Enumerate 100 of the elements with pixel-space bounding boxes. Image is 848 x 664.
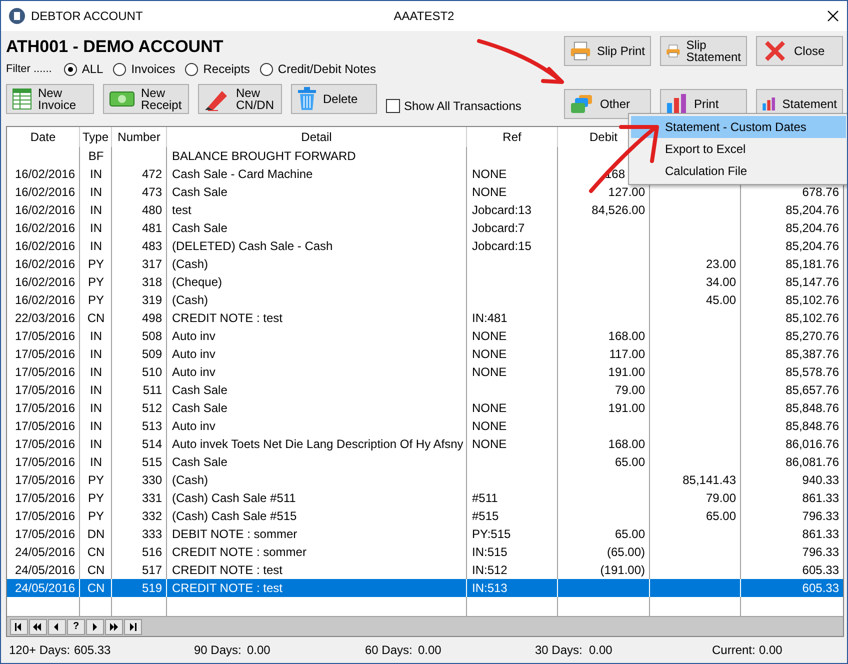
selected-row[interactable]: 24/05/2016 CN 519 CREDIT NOTE : test IN:513 605.33 xyxy=(7,579,843,597)
table-cell: #515 xyxy=(467,507,558,525)
first-record-button[interactable] xyxy=(10,618,28,634)
table-cell: 168.00 xyxy=(558,435,650,453)
toolbar-button[interactable]: New Invoice xyxy=(6,84,94,114)
show-all-checkbox[interactable]: Show All Transactions xyxy=(386,99,522,113)
table-cell: Cash Sale - Card Machine xyxy=(167,165,467,183)
next-record-button[interactable] xyxy=(86,618,104,634)
toolbar-button[interactable]: Slip Statement xyxy=(660,36,747,66)
table-cell: 508 xyxy=(112,327,167,345)
table-cell: Jobcard:13 xyxy=(467,201,558,219)
table-row[interactable]: 17/05/2016 IN 510 Auto inv NONE 191.00 85,578.76 xyxy=(7,363,843,381)
table-cell: (Cheque) xyxy=(167,273,467,291)
table-row[interactable]: 16/02/2016 IN 480 test Jobcard:13 84,526.00 85,204.76 xyxy=(7,201,843,219)
table-cell: 16/02/2016 xyxy=(7,219,80,237)
table-cell: 85,141.43 xyxy=(650,471,741,489)
table-row[interactable]: 22/03/2016 CN 498 CREDIT NOTE : test IN:481 85,102.76 xyxy=(7,309,843,327)
table-cell: 514 xyxy=(112,435,167,453)
spreadsheet-icon xyxy=(12,88,32,110)
table-row[interactable]: 16/02/2016 PY 318 (Cheque) 34.00 85,147.76 xyxy=(7,273,843,291)
table-row[interactable]: 16/02/2016 IN 481 Cash Sale Jobcard:7 85,204.76 xyxy=(7,219,843,237)
table-cell-text: 86,081.76 xyxy=(784,454,840,471)
table-cell-text: 85,181.76 xyxy=(784,256,840,273)
table-cell: NONE xyxy=(467,363,558,381)
table-cell: 473 xyxy=(112,183,167,201)
table-cell-text: 85,102.76 xyxy=(784,292,840,309)
table-cell: 191.00 xyxy=(558,363,650,381)
table-cell: 510 xyxy=(112,363,167,381)
table-row[interactable]: 17/05/2016 IN 509 Auto inv NONE 117.00 85,387.76 xyxy=(7,345,843,363)
table-cell: IN:513 xyxy=(467,579,558,597)
column-header[interactable]: Date xyxy=(7,127,80,147)
column-header[interactable]: Ref xyxy=(467,127,558,147)
aging-value: 0.00 xyxy=(247,643,270,657)
table-row[interactable]: 24/05/2016 CN 516 CREDIT NOTE : sommer IN:515 (65.00) 796.33 xyxy=(7,543,843,561)
table-row[interactable]: 17/05/2016 IN 511 Cash Sale 79.00 85,657.76 xyxy=(7,381,843,399)
toolbar-button[interactable]: Delete xyxy=(291,84,377,114)
table-cell: #511 xyxy=(467,489,558,507)
table-cell: NONE xyxy=(467,417,558,435)
table-cell: IN:515 xyxy=(467,543,558,561)
table-cell-text: 85,204.76 xyxy=(784,238,840,255)
table-cell-text: 605.33 xyxy=(801,562,840,579)
table-cell: (Cash) xyxy=(167,255,467,273)
column-header[interactable]: Number xyxy=(112,127,167,147)
table-cell: 17/05/2016 xyxy=(7,525,80,543)
table-cell-text: 85,102.76 xyxy=(784,310,840,327)
table-cell: PY xyxy=(80,471,112,489)
filter-radio[interactable]: Credit/Debit Notes xyxy=(260,62,376,76)
toolbar-button[interactable]: Other xyxy=(564,88,651,118)
table-cell: IN xyxy=(80,165,112,183)
table-cell: IN xyxy=(80,435,112,453)
close-icon[interactable] xyxy=(827,10,839,22)
table-cell-text: 940.33 xyxy=(801,472,840,489)
table-cell: 16/02/2016 xyxy=(7,183,80,201)
toolbar-button[interactable]: New Receipt xyxy=(103,84,189,114)
column-header[interactable]: Detail xyxy=(167,127,467,147)
table-row[interactable]: 16/02/2016 PY 319 (Cash) 45.00 85,102.76 xyxy=(7,291,843,309)
table-cell: Cash Sale xyxy=(167,381,467,399)
next-page-button[interactable] xyxy=(105,618,123,634)
column-header[interactable]: Type xyxy=(80,127,112,147)
table-row[interactable]: 17/05/2016 PY 330 (Cash) 85,141.43 940.33 xyxy=(7,471,843,489)
toolbar-button[interactable]: New CN/DN xyxy=(198,84,282,114)
table-row[interactable]: 17/05/2016 IN 513 Auto inv NONE 85,848.76 xyxy=(7,417,843,435)
table-cell: NONE xyxy=(467,435,558,453)
account-title: ATH001 - DEMO ACCOUNT xyxy=(6,37,224,58)
table-row[interactable]: 17/05/2016 IN 514 Auto invek Toets Net Die Lang Description Of Hy Afsny NONE 168.00 86,016.76 xyxy=(7,435,843,453)
table-row[interactable]: 16/02/2016 IN 483 (DELETED) Cash Sale - Cash Jobcard:15 85,204.76 xyxy=(7,237,843,255)
table-cell: 16/02/2016 xyxy=(7,291,80,309)
table-cell-text: 85,147.76 xyxy=(784,274,840,291)
help-button[interactable]: ? xyxy=(67,618,85,634)
previous-page-button[interactable] xyxy=(29,618,47,634)
table-cell: 512 xyxy=(112,399,167,417)
table-row[interactable]: 17/05/2016 DN 333 DEBIT NOTE : sommer PY:515 65.00 861.33 xyxy=(7,525,843,543)
table-row[interactable]: 17/05/2016 PY 332 (Cash) Cash Sale #515 #515 65.00 796.33 xyxy=(7,507,843,525)
table-cell: 22/03/2016 xyxy=(7,309,80,327)
table-cell: Cash Sale xyxy=(167,399,467,417)
aging-label: 90 Days: xyxy=(194,643,242,657)
table-cell: PY xyxy=(80,291,112,309)
table-cell: 330 xyxy=(112,471,167,489)
aging-label: 120+ Days: xyxy=(9,643,72,657)
window-title: DEBTOR ACCOUNT xyxy=(31,9,143,23)
last-record-button[interactable] xyxy=(124,618,142,634)
table-row[interactable]: 17/05/2016 IN 512 Cash Sale NONE 191.00 85,848.76 xyxy=(7,399,843,417)
table-row[interactable]: 17/05/2016 IN 515 Cash Sale 65.00 86,081.76 xyxy=(7,453,843,471)
trash-icon xyxy=(297,87,317,111)
table-cell: DN xyxy=(80,525,112,543)
table-row[interactable]: 17/05/2016 PY 331 (Cash) Cash Sale #511 #511 79.00 861.33 xyxy=(7,489,843,507)
filter-radio[interactable]: ALL xyxy=(64,62,104,76)
aging-label: 30 Days: xyxy=(535,643,584,657)
menu-item[interactable]: Statement - Custom Dates xyxy=(631,116,846,138)
toolbar-button[interactable]: Close xyxy=(756,36,843,66)
previous-record-button[interactable] xyxy=(48,618,66,634)
filter-radio[interactable]: Receipts xyxy=(185,62,250,76)
filter-radio[interactable]: Invoices xyxy=(113,62,176,76)
table-cell: Cash Sale xyxy=(167,219,467,237)
table-cell: 79.00 xyxy=(558,381,650,399)
table-cell-text: 796.33 xyxy=(801,544,840,561)
table-row[interactable]: 17/05/2016 IN 508 Auto inv NONE 168.00 85,270.76 xyxy=(7,327,843,345)
table-cell: 117.00 xyxy=(558,345,650,363)
table-row[interactable]: 16/02/2016 PY 317 (Cash) 23.00 85,181.76 xyxy=(7,255,843,273)
toolbar-button[interactable]: Slip Print xyxy=(564,36,651,66)
